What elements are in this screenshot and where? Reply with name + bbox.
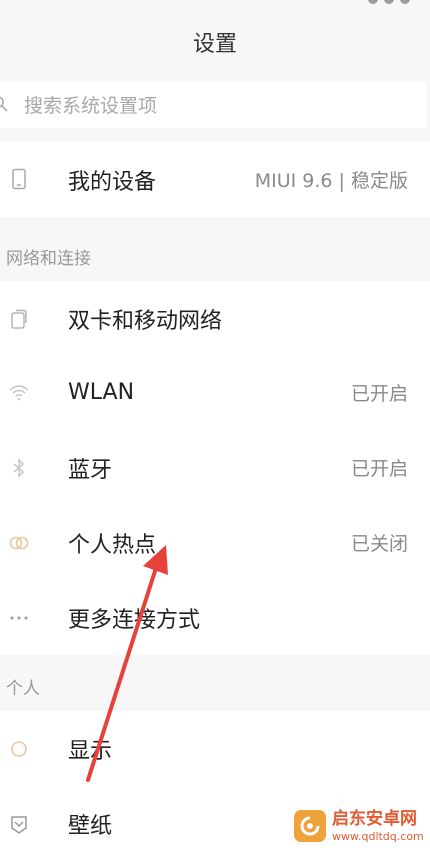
bluetooth-status: 已开启 [350,458,408,480]
section-title-personal: 个人 [6,679,40,699]
display-icon [11,741,27,757]
wifi-icon [9,385,29,401]
my-device-label: 我的设备 [68,169,157,195]
hotspot-label: 个人热点 [68,532,157,558]
sidebar-item-wlan[interactable]: WLAN 已开启 [0,355,430,430]
miui-version: MIUI 9.6 | 稳定版 [254,170,408,192]
hotspot-status: 已关闭 [350,533,408,555]
wlan-status: 已开启 [350,383,408,405]
sidebar-item-hotspot[interactable]: 个人热点 已关闭 [0,505,430,580]
sim-card-icon [11,309,27,329]
more-connections-label: 更多连接方式 [68,607,201,633]
display-label: 显示 [68,738,113,764]
search-icon [0,96,8,112]
watermark-title: 启东安卓网 [332,808,417,829]
phone-icon [12,168,26,190]
wlan-label: WLAN [68,380,135,405]
section-header-personal: 个人 [0,656,430,712]
section-header-network: 网络和连接 [0,226,430,282]
page-title: 设置 [192,32,237,57]
watermark-logo-icon [294,810,326,842]
bluetooth-label: 蓝牙 [68,457,113,483]
sidebar-item-bluetooth[interactable]: 蓝牙 已开启 [0,430,430,505]
wallpaper-label: 壁纸 [68,813,113,839]
hotspot-icon [9,536,29,550]
more-dots-icon [10,616,28,620]
search-bar[interactable] [0,82,426,128]
wallpaper-icon [11,816,27,834]
bluetooth-icon [13,458,25,478]
search-input[interactable] [22,90,406,122]
dual-sim-label: 双卡和移动网络 [68,308,223,334]
sidebar-item-more-connections[interactable]: 更多连接方式 [0,580,430,655]
header: 设置 [0,0,430,80]
sidebar-item-dual-sim[interactable]: 双卡和移动网络 [0,281,430,356]
my-device-row[interactable]: 我的设备 MIUI 9.6 | 稳定版 [0,142,430,217]
sidebar-item-display[interactable]: 显示 [0,711,430,786]
watermark: 启东安卓网 www.qdltdq.com [294,806,424,846]
watermark-url: www.qdltdq.com [332,829,424,843]
section-title-network: 网络和连接 [6,249,91,269]
